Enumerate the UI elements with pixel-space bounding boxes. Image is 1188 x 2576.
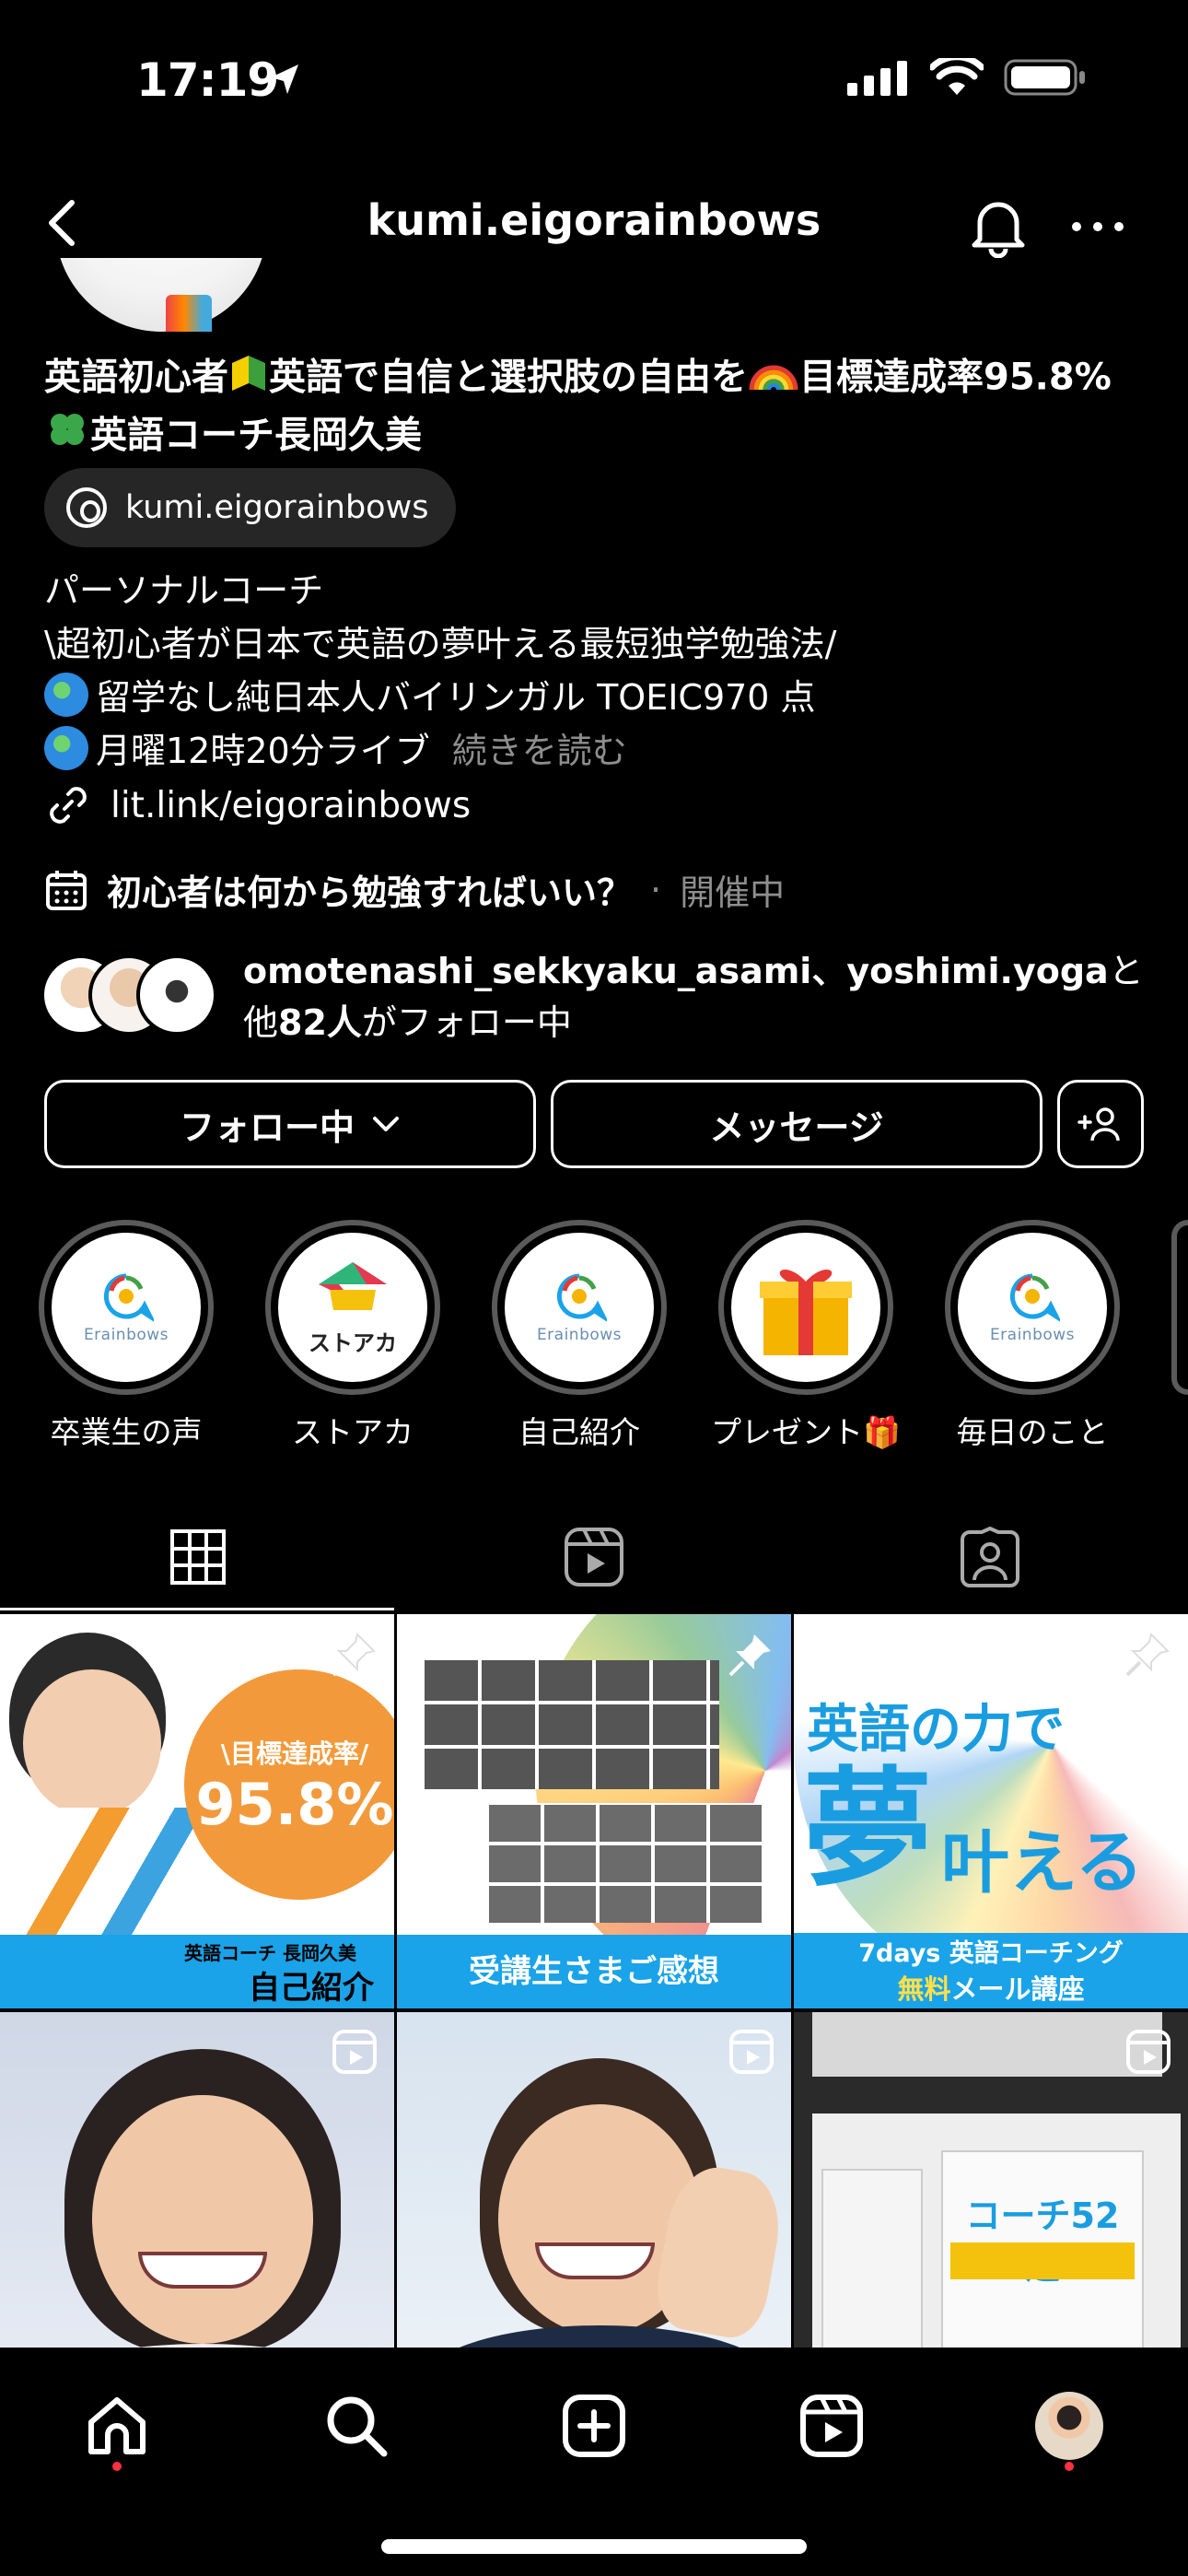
read-more-link[interactable]: 続きを読む [452, 731, 627, 771]
erainbows-logo-icon [1009, 1273, 1060, 1322]
location-arrow-icon [267, 61, 304, 101]
profile-tabs [0, 1502, 1188, 1612]
calendar-icon [46, 870, 87, 910]
nav-search[interactable] [315, 2384, 398, 2467]
gift-box-icon [760, 1269, 852, 1355]
bio-link-text: lit.link/eigorainbows [111, 784, 472, 826]
bio-link[interactable]: lit.link/eigorainbows [44, 781, 471, 829]
link-icon [50, 787, 87, 824]
profile-avatar-icon [1035, 2392, 1103, 2460]
bio-text: パーソナルコーチ \超初心者が日本で英語の夢叶える最短独学勉強法/ 留学なし純日… [44, 564, 1149, 778]
highlight-item[interactable]: Erainbows 自己紹介 [492, 1220, 667, 1452]
beginner-mark-icon [228, 350, 269, 408]
profile-notification-dot [1065, 2462, 1074, 2471]
threads-profile-link[interactable]: kumi.eigorainbows [44, 468, 457, 547]
storeaca-logo-icon [319, 1261, 387, 1310]
notification-bell-icon[interactable] [967, 193, 1030, 262]
highlight-item[interactable]: Erainbows 毎日のこと [945, 1220, 1120, 1452]
posts-grid: \目標達成率/ 95.8% 英語コーチ 長岡久美 自己紹介 受講生さまご感想 英… [0, 1614, 1188, 2349]
pinned-icon [332, 1633, 376, 1677]
home-indicator [381, 2539, 807, 2554]
search-icon [327, 2396, 388, 2457]
bio-line: 留学なし純日本人バイリンガル TOEIC970 点 [96, 677, 816, 718]
post-thumbnail[interactable]: \目標達成率/ 95.8% 英語コーチ 長岡久美 自己紹介 [0, 1614, 394, 2008]
following-button-label: フォロー中 [179, 1107, 355, 1148]
pinned-icon [1125, 1633, 1170, 1677]
tagged-person-icon [961, 1527, 1019, 1587]
threads-icon [66, 487, 107, 528]
reels-icon [565, 1528, 623, 1587]
highlight-label: プレゼント🎁 [710, 1414, 902, 1450]
nav-reels[interactable] [790, 2384, 873, 2467]
status-time: 17:19 [136, 53, 279, 107]
cellular-signal-icon [847, 61, 907, 96]
post-thumbnail[interactable] [397, 2012, 791, 2349]
avatar [136, 954, 217, 1036]
event-title: 初心者は何から勉強すればいい？ [107, 872, 633, 913]
bio-line: 月曜12時20分ライブ [96, 731, 430, 771]
highlight-label: ストアカ [292, 1414, 413, 1450]
four-leaf-clover-icon [44, 408, 90, 466]
highlight-item[interactable]: Erainbows 卒業生の声 [39, 1220, 214, 1452]
tab-tagged[interactable] [792, 1502, 1188, 1612]
highlight-item-partial[interactable] [1171, 1220, 1188, 1395]
reel-icon [1126, 2030, 1171, 2074]
globe-icon [44, 673, 88, 717]
rainbow-icon [748, 354, 799, 405]
followed-by-avatars[interactable] [41, 954, 225, 1037]
profile-display-name: 英語初心者 英語で自信と選択肢の自由を 目標達成率95.8% 英語コーチ長岡久美 [44, 350, 1149, 466]
globe-icon [44, 726, 88, 770]
plus-square-icon [563, 2395, 625, 2457]
highlight-item[interactable]: プレゼント🎁 [711, 1220, 901, 1452]
grid-icon [170, 1529, 226, 1585]
event-status: 開催中 [680, 872, 786, 913]
tab-reels[interactable] [396, 1502, 792, 1612]
reel-icon [729, 2030, 774, 2074]
suggested-users-button[interactable] [1057, 1080, 1144, 1168]
post-thumbnail[interactable]: コーチ52選 [794, 2012, 1188, 2349]
highlight-label: 毎日のこと [956, 1414, 1109, 1450]
erainbows-logo-icon [556, 1273, 607, 1322]
battery-icon [1004, 59, 1085, 96]
active-tab-indicator [0, 1608, 394, 1610]
highlight-label: 卒業生の声 [50, 1414, 203, 1450]
tab-posts-grid[interactable] [0, 1502, 396, 1612]
post-thumbnail[interactable] [0, 2012, 394, 2349]
highlight-item[interactable]: ストアカ ストアカ [265, 1220, 440, 1452]
post-thumbnail[interactable]: 英語の力で 夢 叶える 7days 英語コーチング 無料メール講座 [794, 1614, 1188, 2008]
status-indicators [847, 57, 1087, 98]
nav-profile[interactable] [1028, 2384, 1111, 2467]
event-separator: · [650, 869, 662, 910]
add-person-icon [1077, 1107, 1120, 1142]
profile-avatar[interactable] [55, 258, 267, 332]
event-banner[interactable]: 初心者は何から勉強すればいい？ · 開催中 [44, 864, 785, 915]
wifi-icon [930, 58, 984, 95]
bio-line: \超初心者が日本で英語の夢叶える最短独学勉強法/ [44, 624, 837, 664]
nav-home[interactable] [76, 2384, 158, 2467]
message-button[interactable]: メッセージ [551, 1080, 1042, 1168]
reel-icon [332, 2030, 377, 2074]
nav-create[interactable] [553, 2384, 635, 2467]
home-notification-dot [112, 2462, 122, 2471]
reels-icon [800, 2395, 863, 2457]
pinned-icon [728, 1634, 771, 1677]
following-button[interactable]: フォロー中 [44, 1080, 536, 1168]
post-thumbnail[interactable]: 受講生さまご感想 [397, 1614, 791, 2008]
followed-by-text[interactable]: omotenashi_sekkyaku_asami、yoshimi.yogaと … [243, 945, 1164, 1048]
threads-handle: kumi.eigorainbows [125, 489, 429, 526]
message-button-label: メッセージ [709, 1107, 884, 1148]
more-options-icon[interactable] [1070, 219, 1125, 237]
bio-category: パーソナルコーチ [44, 570, 324, 611]
home-icon [88, 2397, 146, 2454]
chevron-down-icon [373, 1117, 399, 1131]
highlight-label: 自己紹介 [518, 1414, 640, 1450]
erainbows-logo-icon [103, 1273, 154, 1322]
